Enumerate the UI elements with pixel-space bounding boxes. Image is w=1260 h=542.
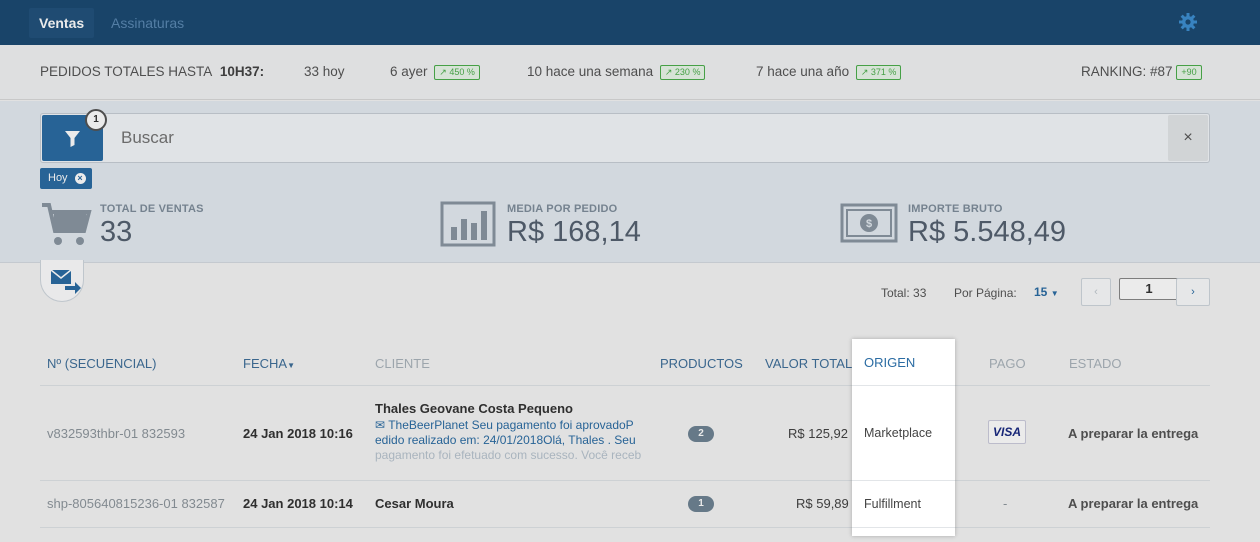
filter-chip-hoy[interactable]: Hoy ×	[40, 168, 92, 189]
trend-badge-value: 450 %	[449, 67, 475, 77]
prev-page-button[interactable]: ‹	[1081, 278, 1111, 306]
envelope-icon: ✉	[375, 418, 386, 432]
kpi-label: IMPORTE BRUTO	[908, 203, 1003, 215]
payment-empty: -	[1003, 496, 1008, 511]
search-input[interactable]	[121, 128, 1121, 148]
message-line: TheBeerPlanet Seu pagamento foi aprovado…	[388, 418, 634, 432]
clear-search-button[interactable]: ×	[1168, 115, 1208, 161]
tab-assinaturas[interactable]: Assinaturas	[101, 8, 194, 38]
client-name[interactable]: Cesar Moura	[375, 496, 454, 511]
client-name[interactable]: Thales Geovane Costa Pequeno	[375, 401, 573, 416]
order-total: R$ 59,89	[796, 496, 849, 511]
products-count-badge: 1	[688, 496, 714, 512]
col-header-origin[interactable]: ORIGEN	[864, 355, 915, 370]
order-id[interactable]: shp-805640815236-01 832587	[47, 496, 225, 511]
col-header-products[interactable]: PRODUCTOS	[660, 356, 743, 371]
row-divider	[852, 527, 955, 528]
order-date: 24 Jan 2018 10:14	[243, 496, 353, 511]
chip-label: Hoy	[48, 172, 68, 184]
banknote-icon: $	[840, 203, 898, 243]
per-page-value: 15	[1034, 285, 1048, 299]
total-count: Total: 33	[881, 286, 927, 300]
kpi-value: R$ 168,14	[507, 216, 641, 248]
per-page-select[interactable]: 15 ▼	[1034, 285, 1059, 299]
send-message-button[interactable]	[40, 260, 84, 302]
col-header-total[interactable]: VALOR TOTAL	[765, 356, 852, 371]
trend-badge: ↗ 450 %	[434, 65, 480, 80]
stats-title-text: PEDIDOS TOTALES HASTA	[40, 64, 213, 79]
filter-area: × Hoy × TOTAL DE VENTAS 33 MEDIA POR PED…	[0, 101, 1260, 263]
top-nav: Ventas Assinaturas	[0, 0, 1260, 45]
stats-week: 10 hace una semana ↗ 230 %	[527, 64, 706, 80]
col-header-paid: PAGO	[989, 356, 1026, 371]
message-line: pagamento foi efetuado com sucesso. Você…	[375, 448, 642, 462]
order-status: A preparar la entrega	[1068, 426, 1199, 441]
visa-icon: VISA	[988, 420, 1026, 444]
col-header-date-label: FECHA	[243, 356, 288, 371]
tab-ventas[interactable]: Ventas	[29, 8, 95, 38]
ranking-badge: +90	[1176, 65, 1202, 80]
stats-yesterday: 6 ayer ↗ 450 %	[390, 64, 480, 80]
stats-year-text: 7 hace una año	[756, 64, 850, 79]
stats-yesterday-text: 6 ayer	[390, 64, 428, 79]
trend-badge-value: 230 %	[674, 67, 701, 77]
orders-stats-bar: PEDIDOS TOTALES HASTA 10H37: 33 hoy 6 ay…	[0, 45, 1260, 100]
row-divider	[852, 385, 955, 386]
col-header-status: ESTADO	[1069, 356, 1122, 371]
search-bar: ×	[40, 113, 1210, 163]
ranking-text: RANKING: #87	[1081, 64, 1173, 79]
trend-badge: ↗ 371 %	[855, 65, 902, 80]
origin-fulfillment: Fulfillment	[864, 497, 921, 511]
origin-marketplace: Marketplace	[864, 426, 933, 440]
order-status: A preparar la entrega	[1068, 496, 1199, 511]
mail-send-icon	[50, 269, 81, 294]
svg-text:$: $	[866, 218, 872, 230]
order-total: R$ 125,92	[788, 426, 848, 441]
kpi-value: 33	[100, 216, 133, 248]
message-line: edido realizado em: 24/01/2018Olá, Thale…	[375, 433, 636, 447]
stats-title: PEDIDOS TOTALES HASTA 10H37:	[40, 64, 264, 79]
gear-icon[interactable]	[1178, 12, 1198, 32]
stats-year: 7 hace una año ↗ 371 %	[756, 64, 902, 80]
row-divider	[40, 480, 1210, 481]
col-header-id[interactable]: Nº (SECUENCIAL)	[47, 356, 156, 371]
trend-badge: ↗ 230 %	[659, 65, 706, 80]
stats-time: 10H37:	[219, 64, 265, 79]
row-divider	[40, 527, 1210, 528]
current-page-input[interactable]: 1	[1119, 278, 1179, 300]
stats-today: 33 hoy	[304, 64, 345, 79]
col-header-date[interactable]: FECHA▼	[243, 356, 295, 371]
order-id[interactable]: v832593thbr-01 832593	[47, 426, 185, 441]
kpi-label: TOTAL DE VENTAS	[100, 203, 204, 215]
client-message[interactable]: ✉ TheBeerPlanet Seu pagamento foi aprova…	[375, 418, 645, 463]
order-date: 24 Jan 2018 10:16	[243, 426, 353, 441]
col-header-client: CLIENTE	[375, 356, 430, 371]
per-page-label: Por Página:	[954, 286, 1017, 300]
row-divider	[40, 385, 1210, 386]
origin-column-highlight: ORIGEN Marketplace Fulfillment	[852, 339, 955, 536]
kpi-label: MEDIA POR PEDIDO	[507, 203, 618, 215]
trend-badge-value: 371 %	[870, 67, 897, 77]
stats-week-text: 10 hace una semana	[527, 64, 654, 79]
stats-ranking: RANKING: #87 +90	[1081, 64, 1202, 80]
bar-chart-icon	[440, 201, 496, 247]
row-divider	[852, 480, 955, 481]
chip-close-icon[interactable]: ×	[74, 173, 86, 184]
products-count-badge: 2	[688, 426, 714, 442]
cart-icon	[42, 203, 92, 245]
caret-down-icon: ▼	[1050, 289, 1059, 298]
sort-desc-icon: ▼	[287, 361, 295, 370]
next-page-button[interactable]: ›	[1176, 278, 1210, 306]
filter-count-badge: 1	[85, 109, 107, 131]
kpi-value: R$ 5.548,49	[908, 216, 1067, 248]
